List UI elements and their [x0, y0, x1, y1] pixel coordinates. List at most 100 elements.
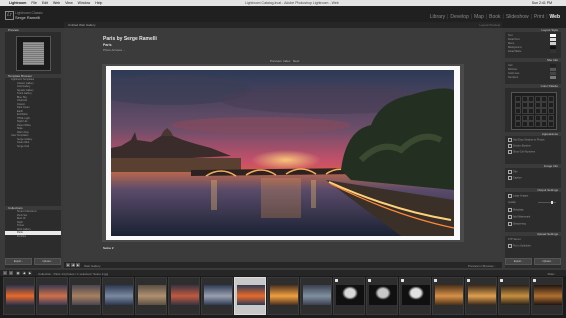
color-swatch[interactable]: [550, 50, 556, 53]
grid-cell[interactable]: [534, 108, 541, 115]
grid-cell[interactable]: [534, 102, 541, 109]
menu-view[interactable]: View: [65, 1, 73, 5]
grid-cell[interactable]: [528, 120, 534, 127]
nav-index-link[interactable]: Index: [283, 59, 290, 63]
module-slideshow[interactable]: Slideshow: [504, 14, 531, 20]
menu-web[interactable]: Web: [53, 1, 60, 5]
filmstrip-thumbnail[interactable]: [498, 277, 530, 315]
menu-help[interactable]: Help: [95, 1, 102, 5]
grid-cell[interactable]: [528, 96, 534, 102]
menu-window[interactable]: Window: [78, 1, 90, 5]
grid-cell[interactable]: [547, 102, 554, 109]
filmstrip-thumbnail[interactable]: [69, 277, 101, 315]
grid-cell[interactable]: [534, 96, 541, 102]
first-photo-icon[interactable]: ■: [66, 263, 70, 267]
setting-row[interactable]: Add Watermark: [508, 215, 558, 219]
checkbox[interactable]: [508, 170, 512, 174]
upload-button-left[interactable]: Upload...: [34, 258, 61, 265]
output-settings-header[interactable]: Output Settings: [505, 188, 561, 192]
filmstrip-thumbnail[interactable]: [168, 277, 200, 315]
grid-cell[interactable]: [541, 120, 547, 127]
nav-previous-link[interactable]: Previous: [270, 59, 282, 63]
nav-next-link[interactable]: Next: [293, 59, 299, 63]
checkbox[interactable]: [508, 208, 512, 212]
page-2-button[interactable]: 2: [9, 271, 13, 275]
grid-view-icon[interactable]: ▦: [16, 271, 20, 275]
setting-row[interactable]: Section Borders: [508, 144, 558, 148]
setting-slider[interactable]: [538, 201, 556, 204]
setting-row[interactable]: FTP Server: [508, 238, 558, 241]
grid-cell[interactable]: [534, 114, 541, 121]
grid-cell[interactable]: [521, 120, 528, 127]
filmstrip-thumbnail[interactable]: [36, 277, 68, 315]
grid-cell[interactable]: [547, 96, 554, 102]
menu-lightroom[interactable]: Lightroom: [9, 1, 26, 5]
filmstrip-thumbnail[interactable]: [3, 277, 35, 315]
grid-cell[interactable]: [541, 96, 547, 102]
upload-button-right[interactable]: Upload...: [534, 258, 561, 265]
setting-row[interactable]: Quality: [508, 201, 558, 204]
site-info-header[interactable]: Site Info: [505, 58, 561, 62]
back-arrow-icon[interactable]: ◀: [22, 271, 26, 275]
checkbox[interactable]: [508, 244, 512, 248]
checkbox[interactable]: [508, 144, 512, 148]
grid-cell[interactable]: [541, 102, 547, 109]
color-swatch[interactable]: [550, 76, 556, 79]
color-swatch[interactable]: [550, 68, 556, 71]
checkbox[interactable]: [508, 138, 512, 142]
filmstrip-thumbnail[interactable]: [366, 277, 398, 315]
grid-layout-preview[interactable]: [511, 92, 557, 130]
color-swatch[interactable]: [550, 42, 556, 45]
setting-row[interactable]: Numbers: [508, 76, 558, 79]
filmstrip-thumbnail[interactable]: [432, 277, 464, 315]
color-palette-header[interactable]: Color Palette: [505, 84, 561, 88]
filmstrip-thumbnail[interactable]: [102, 277, 134, 315]
setting-row[interactable]: Add Drop Shadow to Photos: [508, 138, 558, 142]
grid-cell[interactable]: [528, 108, 534, 115]
filmstrip-thumbnail[interactable]: [300, 277, 332, 315]
grid-cell[interactable]: [521, 108, 528, 115]
filmstrip-thumbnail[interactable]: [267, 277, 299, 315]
setting-row[interactable]: Large Images: [508, 194, 558, 198]
setting-row[interactable]: Background: [508, 46, 558, 49]
menu-edit[interactable]: Edit: [42, 1, 48, 5]
setting-row[interactable]: Sharpening: [508, 222, 558, 226]
preview-panel-header[interactable]: Preview: [5, 28, 61, 32]
setting-row[interactable]: Detail Matte: [508, 50, 558, 53]
setting-row[interactable]: Metadata: [508, 208, 558, 212]
filmstrip-thumbnail[interactable]: [135, 277, 167, 315]
toolbar-preview-link[interactable]: Preview in Browser...: [468, 264, 496, 268]
filmstrip-thumbnail[interactable]: [333, 277, 365, 315]
checkbox[interactable]: [508, 150, 512, 154]
grid-cell[interactable]: [528, 102, 534, 109]
setting-row[interactable]: Rollover: [508, 68, 558, 71]
collection-title[interactable]: Paris: [103, 43, 112, 47]
color-swatch[interactable]: [550, 46, 556, 49]
color-swatch[interactable]: [550, 34, 556, 37]
grid-cell[interactable]: [515, 102, 521, 109]
previous-photo-icon[interactable]: ◀: [71, 263, 75, 267]
collection-description[interactable]: Photo Acrosss ...: [103, 48, 126, 52]
module-print[interactable]: Print: [532, 14, 546, 20]
setting-row[interactable]: Show Cell Numbers: [508, 150, 558, 154]
photo-caption[interactable]: Seine 2: [103, 246, 114, 250]
grid-cell[interactable]: [515, 108, 521, 115]
filmstrip-thumbnail[interactable]: [399, 277, 431, 315]
export-button-right[interactable]: Export...: [505, 258, 532, 265]
filmstrip-source-info[interactable]: Collection : Paris 14 photos / 1 selecte…: [38, 272, 108, 276]
module-book[interactable]: Book: [487, 14, 502, 20]
grid-cell[interactable]: [521, 96, 528, 102]
checkbox[interactable]: [508, 194, 512, 198]
appearance-header[interactable]: Appearance: [505, 132, 561, 136]
setting-row[interactable]: Grid Lines: [508, 72, 558, 75]
grid-cell[interactable]: [515, 120, 521, 127]
grid-cell[interactable]: [521, 102, 528, 109]
image-info-header[interactable]: Image Info: [505, 164, 561, 168]
setting-row[interactable]: Menu: [508, 42, 558, 45]
collection-item[interactable]: Portfolio: [5, 235, 61, 239]
main-photo[interactable]: [111, 70, 454, 236]
filmstrip-thumbnail[interactable]: [234, 277, 266, 315]
site-title[interactable]: Paris by Serge Ramelli: [103, 36, 157, 42]
grid-cell[interactable]: [528, 114, 534, 121]
setting-row[interactable]: Caption: [508, 176, 558, 180]
